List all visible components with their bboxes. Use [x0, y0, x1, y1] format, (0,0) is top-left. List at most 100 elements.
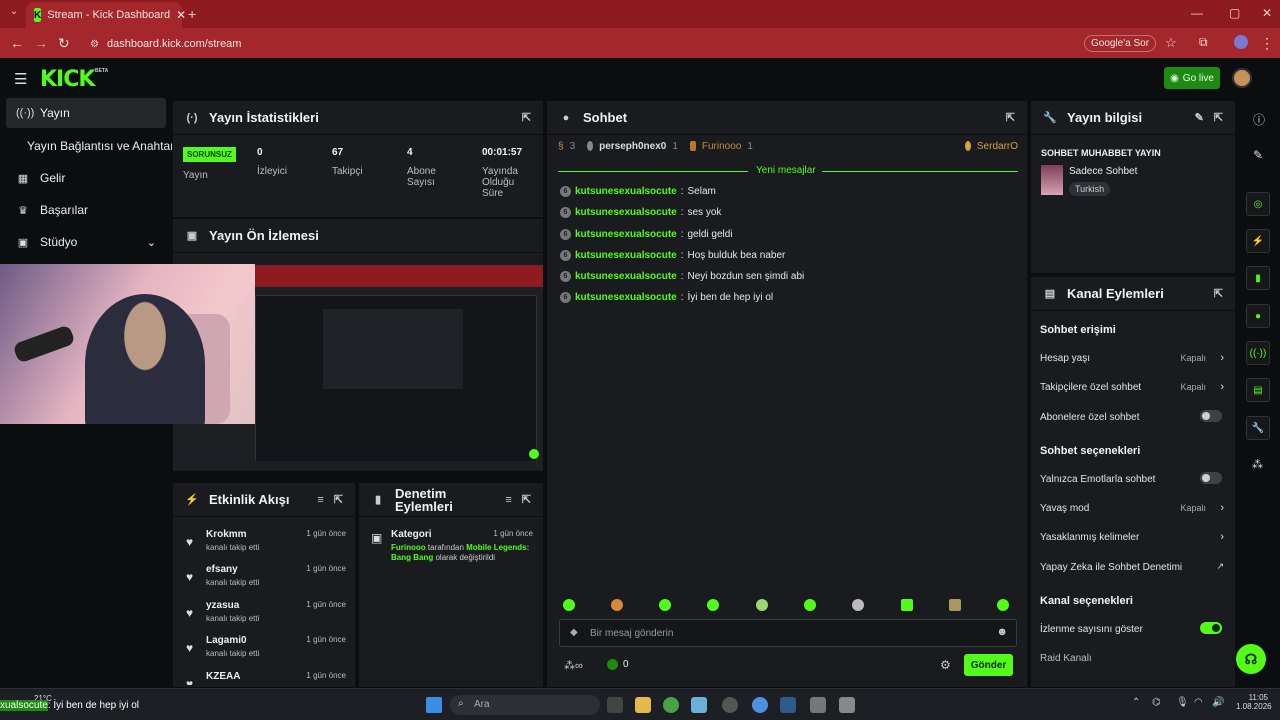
rail-lightning-icon[interactable]: ⚡ — [1246, 229, 1270, 253]
tab-close-icon[interactable]: ✕ — [176, 8, 186, 22]
event-user[interactable]: yzasua — [206, 600, 239, 611]
sidebar-sub-item-connection[interactable]: Yayın Bağlantısı ve Anahtarı — [27, 139, 178, 153]
extensions-icon[interactable]: ⧉ — [1199, 35, 1208, 50]
sidebar-item-basarilar[interactable]: ♛ Başarılar — [6, 195, 166, 225]
settings-gear-icon[interactable]: ⚙ — [940, 658, 951, 672]
popout-icon[interactable]: ⇱ — [522, 493, 531, 506]
tray-chevron-icon[interactable]: ⌃ — [1132, 697, 1140, 708]
task-view-icon[interactable] — [607, 697, 623, 713]
profile-icon[interactable] — [1234, 35, 1248, 49]
emoji-icon[interactable]: ☻ — [996, 626, 1008, 638]
info-icon[interactable]: ⓘ — [1253, 111, 1265, 128]
rail-wrench-icon[interactable]: 🔧 — [1246, 416, 1270, 440]
popout-icon[interactable]: ⇱ — [522, 111, 531, 124]
show-viewers-toggle[interactable] — [1200, 622, 1222, 634]
filter-icon[interactable]: ≡ — [317, 494, 323, 506]
network-icon[interactable]: ⌬ — [1152, 697, 1161, 708]
chrome-icon[interactable] — [663, 697, 679, 713]
rail-broadcast-icon[interactable]: ((·)) — [1246, 341, 1270, 365]
emote-icon[interactable] — [852, 599, 864, 611]
google-sor-button[interactable]: Google'a Sor — [1084, 35, 1157, 52]
event-user[interactable]: Krokmm — [206, 529, 247, 540]
minimize-icon[interactable]: — — [1191, 6, 1203, 20]
chat-username[interactable]: kutsunesexualsocute — [575, 229, 677, 240]
top-user[interactable]: SerdarrO — [977, 141, 1018, 152]
filter-icon[interactable]: ≡ — [505, 494, 511, 506]
infinity-icon[interactable]: ⁂∞ — [564, 659, 583, 672]
rail-moderation-icon[interactable]: ▮ — [1246, 266, 1270, 290]
rail-chat-icon[interactable]: ● — [1246, 304, 1270, 328]
setting-account-age[interactable]: Hesap yaşı Kapalı › — [1040, 352, 1224, 364]
obs-icon[interactable] — [722, 697, 738, 713]
emote-icon[interactable] — [949, 599, 961, 611]
popout-icon[interactable]: ⇱ — [334, 493, 343, 506]
forward-icon[interactable]: → — [34, 35, 48, 51]
sidebar-item-yayin[interactable]: ((·)) Yayın — [6, 98, 166, 128]
chat-username[interactable]: kutsunesexualsocute — [575, 292, 677, 303]
chat-username[interactable]: kutsunesexualsocute — [575, 271, 677, 282]
setting-raid[interactable]: Raid Kanalı — [1040, 653, 1224, 664]
popout-icon[interactable]: ⇱ — [1214, 111, 1223, 124]
browser-menu-icon[interactable]: ⋮ — [1260, 35, 1274, 52]
top-user[interactable]: perseph0nex0 — [599, 141, 666, 152]
bookmark-star-icon[interactable]: ☆ — [1165, 35, 1177, 51]
emote-icon[interactable] — [707, 599, 719, 611]
rail-actions-icon[interactable]: ▤ — [1246, 378, 1270, 402]
volume-icon[interactable]: 🔊 — [1212, 697, 1224, 708]
event-user[interactable]: Lagami0 — [206, 635, 247, 646]
maximize-icon[interactable]: ▢ — [1229, 6, 1240, 20]
new-tab-icon[interactable]: + — [188, 6, 196, 22]
kick-logo[interactable]: KICK — [40, 67, 95, 92]
steam-icon[interactable] — [780, 697, 796, 713]
emote-icon[interactable] — [611, 599, 623, 611]
app-icon[interactable] — [839, 697, 855, 713]
emote-icon[interactable] — [659, 599, 671, 611]
browser-tab[interactable]: K Stream - Kick Dashboard ✕ — [26, 2, 186, 28]
add-widget-icon[interactable]: ⁂ — [1252, 458, 1263, 471]
popout-icon[interactable]: ⇱ — [1006, 111, 1015, 124]
app-icon[interactable] — [691, 697, 707, 713]
taskbar-search[interactable]: ⌕ Ara — [450, 695, 600, 715]
popout-icon[interactable]: ⇱ — [1214, 287, 1223, 300]
setting-followers-only[interactable]: Takipçilere özel sohbet Kapalı › — [1040, 381, 1224, 393]
windows-start-icon[interactable] — [426, 697, 442, 713]
reload-icon[interactable]: ↻ — [58, 35, 70, 52]
user-avatar[interactable] — [1232, 68, 1252, 88]
event-user[interactable]: KZEAA — [206, 671, 240, 682]
stream-category[interactable]: Sadece Sohbet — [1069, 166, 1137, 177]
setting-ai-moderation[interactable]: Yapay Zeka ile Sohbet Denetimi ↗ — [1040, 561, 1224, 573]
setting-banned-words[interactable]: Yasaklanmış kelimeler › — [1040, 531, 1224, 543]
emote-only-toggle[interactable] — [1200, 472, 1222, 484]
emote-icon[interactable] — [563, 599, 575, 611]
clock[interactable]: 11:05 1.08.2026 — [1236, 693, 1272, 711]
chat-username[interactable]: kutsunesexualsocute — [575, 207, 677, 218]
sidebar-item-gelir[interactable]: ▦ Gelir — [6, 163, 166, 193]
support-chat-button[interactable]: ☊ — [1236, 644, 1266, 674]
edit-pencil-icon[interactable]: ✎ — [1195, 111, 1204, 124]
wifi-icon[interactable]: ◠ — [1194, 697, 1203, 708]
back-icon[interactable]: ← — [10, 35, 24, 51]
emote-icon[interactable] — [997, 599, 1009, 611]
chat-username[interactable]: kutsunesexualsocute — [575, 250, 677, 261]
chat-input[interactable]: ◆ Bir mesaj gönderin ☻ — [559, 619, 1017, 647]
file-explorer-icon[interactable] — [635, 697, 651, 713]
address-bar[interactable]: ⚙ dashboard.kick.com/stream — [82, 33, 1194, 55]
mic-icon[interactable]: 🎙 — [1176, 697, 1189, 708]
rail-viewers-icon[interactable]: ◎ — [1246, 192, 1270, 216]
chat-username[interactable]: kutsunesexualsocute — [575, 186, 677, 197]
send-button[interactable]: Gönder — [964, 654, 1013, 676]
top-user[interactable]: 3 — [570, 141, 576, 152]
sidebar-item-studyo[interactable]: ▣ Stüdyo ⌄ — [6, 227, 166, 257]
event-user[interactable]: efsany — [206, 564, 238, 575]
emote-icon[interactable] — [804, 599, 816, 611]
window-close-icon[interactable]: ✕ — [1262, 6, 1272, 20]
settings-app-icon[interactable] — [810, 697, 826, 713]
menu-icon[interactable]: ☰ — [14, 70, 27, 88]
top-user[interactable]: Furinooo — [702, 141, 741, 152]
edit-pencil-icon[interactable]: ✎ — [1253, 148, 1263, 162]
chrome-profile-icon[interactable] — [752, 697, 768, 713]
setting-slow-mode[interactable]: Yavaş mod Kapalı › — [1040, 502, 1224, 514]
emote-icon[interactable] — [756, 599, 768, 611]
site-info-icon[interactable]: ⚙ — [90, 39, 99, 50]
emote-icon[interactable] — [901, 599, 913, 611]
